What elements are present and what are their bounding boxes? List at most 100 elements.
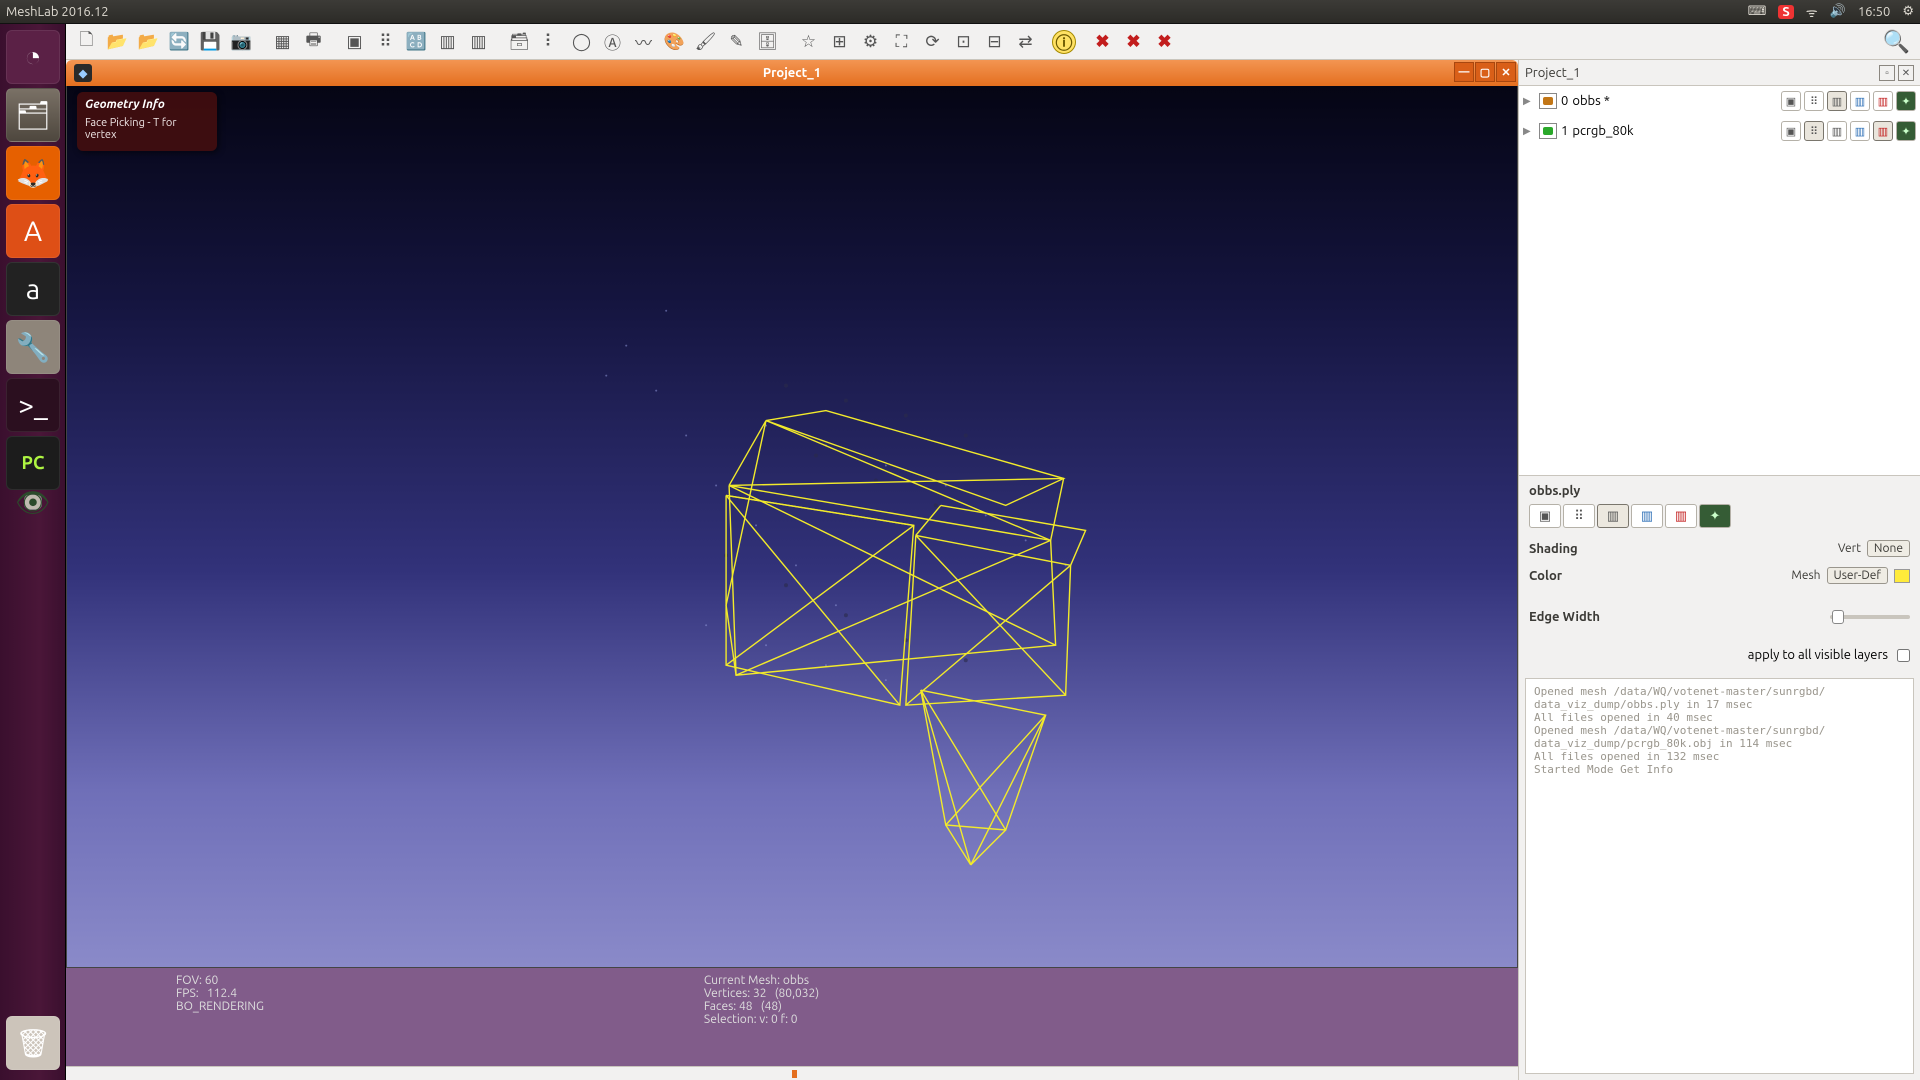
tray-keyboard-icon[interactable]: ⌨ — [1748, 4, 1767, 19]
tool-import-icon[interactable]: 📂 — [134, 27, 163, 57]
tool-layers-icon[interactable]: ▦ — [268, 27, 297, 57]
layer-visibility-toggle[interactable] — [1539, 93, 1557, 109]
launcher-firefox[interactable]: 🦊 — [6, 146, 60, 200]
3d-viewport[interactable]: Geometry Info Face Picking - T for verte… — [66, 86, 1518, 968]
layer-opt-c-icon[interactable]: ▥ — [1827, 91, 1847, 111]
tool-open-icon[interactable]: 📂 — [103, 27, 132, 57]
tool-raster-icon[interactable]: 🖶 — [299, 27, 328, 57]
layer-opt-d-icon[interactable]: ▥ — [1850, 91, 1870, 111]
tool-h-icon[interactable]: ✎ — [722, 27, 751, 57]
search-icon[interactable]: 🔍 — [1883, 29, 1910, 55]
layer-row-0[interactable]: ▶ 0 obbs * ▣ ⠿ ▥ ▥ ▥ ✦ — [1519, 86, 1920, 116]
shading-tab-points-icon[interactable]: ⠿ — [1563, 504, 1595, 528]
tool-b-icon[interactable]: ⠇ — [536, 27, 565, 57]
shading-tab-red-icon[interactable]: ▥ — [1665, 504, 1697, 528]
tool-p-icon[interactable]: ⊟ — [980, 27, 1009, 57]
launcher-trash[interactable]: 🗑 — [6, 1016, 60, 1070]
panel-undock-icon[interactable]: ▫ — [1879, 65, 1895, 81]
meshlab-window-icon: ◆ — [74, 64, 92, 82]
scene-wireframe — [67, 86, 1517, 955]
tool-points-icon[interactable]: ⠿ — [371, 27, 400, 57]
launcher-amazon[interactable]: a — [6, 262, 60, 316]
tool-f-icon[interactable]: 🎨 — [660, 27, 689, 57]
launcher-software[interactable]: A — [6, 204, 60, 258]
ubuntu-launcher: ◔ 🗂 🦊 A a 🔧 >_ PC 👁 🗑 — [0, 24, 66, 1080]
prop-color-side: Mesh — [1791, 569, 1820, 582]
tray-time[interactable]: 16:50 — [1858, 5, 1891, 19]
right-panel: Project_1 ▫ ✕ ▶ 0 obbs * ▣ ⠿ ▥ ▥ ▥ ✦ — [1518, 60, 1920, 1080]
tool-d-icon[interactable]: Ⓐ — [598, 27, 627, 57]
apply-all-checkbox[interactable] — [1897, 649, 1910, 662]
close-button[interactable]: ✕ — [1496, 62, 1516, 82]
tool-flat-icon[interactable]: ▥ — [433, 27, 462, 57]
tool-smooth-icon[interactable]: ▥ — [464, 27, 493, 57]
log-output[interactable]: Opened mesh /data/WQ/votenet-master/sunr… — [1525, 678, 1914, 1074]
tool-e-icon[interactable]: 〰 — [629, 27, 658, 57]
prop-color-value[interactable]: User-Def — [1827, 567, 1888, 584]
tool-n-icon[interactable]: ⟳ — [918, 27, 947, 57]
tray-wifi-icon[interactable]: ᯤ — [1806, 3, 1818, 21]
layer-opt-f-icon[interactable]: ✦ — [1896, 121, 1916, 141]
tool-l-icon[interactable]: ⚙ — [856, 27, 885, 57]
launcher-meshlab[interactable]: 👁 — [24, 494, 42, 510]
tool-del3-icon[interactable]: ✖ — [1150, 27, 1179, 57]
tool-info-icon[interactable]: ⓘ — [1052, 30, 1076, 54]
tool-bbox-icon[interactable]: ▣ — [340, 27, 369, 57]
tool-snapshot-icon[interactable]: 📷 — [227, 27, 256, 57]
tool-g-icon[interactable]: 🖌 — [691, 27, 720, 57]
viewport-titlebar[interactable]: ◆ Project_1 — ▢ ✕ — [66, 60, 1518, 86]
maximize-button[interactable]: ▢ — [1475, 62, 1495, 82]
layer-opt-c-icon[interactable]: ▥ — [1827, 121, 1847, 141]
layer-opt-b-icon[interactable]: ⠿ — [1804, 121, 1824, 141]
progress-mark — [792, 1070, 797, 1078]
layer-opt-e-icon[interactable]: ▥ — [1873, 91, 1893, 111]
tool-new-icon[interactable]: 🗋 — [72, 27, 101, 57]
tool-k-icon[interactable]: ⊞ — [825, 27, 854, 57]
layer-expand-icon[interactable]: ▶ — [1523, 125, 1535, 137]
layer-opt-f-icon[interactable]: ✦ — [1896, 91, 1916, 111]
panel-close-icon[interactable]: ✕ — [1898, 65, 1914, 81]
tray-sound-icon[interactable]: 🔊 — [1830, 4, 1846, 19]
tray-gear-icon[interactable]: ⚙ — [1902, 4, 1914, 19]
layer-row-1[interactable]: ▶ 1 pcrgb_80k ▣ ⠿ ▥ ▥ ▥ ✦ — [1519, 116, 1920, 146]
tool-c-icon[interactable]: ◯ — [567, 27, 596, 57]
tool-wire-icon[interactable]: 🔠 — [402, 27, 431, 57]
tool-j-icon[interactable]: ☆ — [794, 27, 823, 57]
tool-reload-icon[interactable]: 🔄 — [165, 27, 194, 57]
layer-name: pcrgb_80k — [1572, 124, 1664, 138]
shading-pane: obbs.ply ▣ ⠿ ▥ ▥ ▥ ✦ Shading Vert None C… — [1519, 476, 1920, 642]
shading-tab-box-icon[interactable]: ▣ — [1529, 504, 1561, 528]
shading-tab-wire-icon[interactable]: ▥ — [1597, 504, 1629, 528]
tool-m-icon[interactable]: ⛶ — [887, 27, 916, 57]
prop-shading-value[interactable]: None — [1867, 540, 1910, 557]
layer-opt-a-icon[interactable]: ▣ — [1781, 91, 1801, 111]
tool-save-icon[interactable]: 💾 — [196, 27, 225, 57]
layer-opt-d-icon[interactable]: ▥ — [1850, 121, 1870, 141]
layer-opt-b-icon[interactable]: ⠿ — [1804, 91, 1824, 111]
tool-a-icon[interactable]: 🗃 — [505, 27, 534, 57]
layer-list: ▶ 0 obbs * ▣ ⠿ ▥ ▥ ▥ ✦ ▶ 1 pcrgb_80k — [1519, 86, 1920, 476]
shading-tab-green-icon[interactable]: ✦ — [1699, 504, 1731, 528]
tool-o-icon[interactable]: ⊡ — [949, 27, 978, 57]
layer-opt-e-icon[interactable]: ▥ — [1873, 121, 1893, 141]
status-left: FOV: 60 FPS: 112.4 BO_RENDERING — [176, 974, 264, 1060]
color-swatch[interactable] — [1894, 569, 1910, 583]
launcher-terminal[interactable]: >_ — [6, 378, 60, 432]
edge-width-slider[interactable] — [1830, 615, 1910, 619]
tray-s-icon[interactable]: S — [1778, 5, 1793, 19]
launcher-pycharm[interactable]: PC — [6, 436, 60, 490]
tool-i-icon[interactable]: 🗄 — [753, 27, 782, 57]
layer-visibility-toggle[interactable] — [1539, 123, 1557, 139]
launcher-settings[interactable]: 🔧 — [6, 320, 60, 374]
right-panel-title: Project_1 ▫ ✕ — [1519, 60, 1920, 86]
tool-q-icon[interactable]: ⇄ — [1011, 27, 1040, 57]
prop-color-label: Color — [1529, 569, 1562, 583]
launcher-files[interactable]: 🗂 — [6, 88, 60, 142]
shading-tab-blue-icon[interactable]: ▥ — [1631, 504, 1663, 528]
launcher-dash[interactable]: ◔ — [6, 30, 60, 84]
tool-del2-icon[interactable]: ✖ — [1119, 27, 1148, 57]
tool-del1-icon[interactable]: ✖ — [1088, 27, 1117, 57]
layer-opt-a-icon[interactable]: ▣ — [1781, 121, 1801, 141]
layer-expand-icon[interactable]: ▶ — [1523, 95, 1535, 107]
minimize-button[interactable]: — — [1454, 62, 1474, 82]
